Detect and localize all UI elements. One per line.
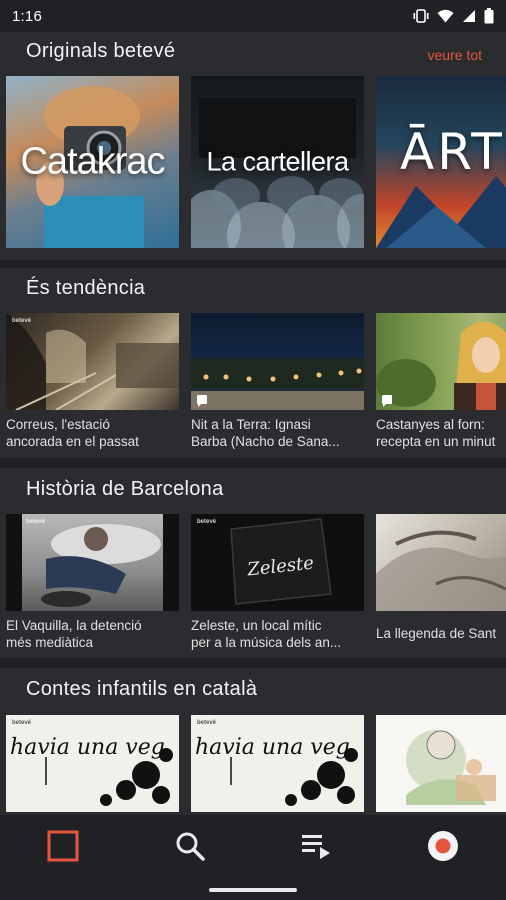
video-caption: Castanyes al forn: recepta en un minut	[376, 410, 506, 450]
wifi-icon	[437, 9, 454, 23]
video-badge-icon	[382, 395, 392, 407]
video-caption: El Vaquilla, la detenció més mediàtica	[6, 611, 179, 651]
brand-watermark: betevé	[197, 720, 217, 726]
nav-playlist-button[interactable]	[298, 830, 334, 866]
caption-line: més mediàtica	[6, 635, 94, 650]
video-card[interactable]	[376, 715, 506, 812]
caption-line: per a la música dels an...	[191, 635, 342, 650]
trending-row[interactable]: betevé Correus, l'estació ancorada en el…	[6, 313, 506, 450]
original-title: Catakrac	[20, 140, 165, 183]
original-card-artic[interactable]: ĀRTIC	[376, 76, 506, 248]
video-caption: Zeleste, un local mític per a la música …	[191, 611, 364, 651]
caption-line: Castanyes al forn:	[376, 417, 485, 432]
section-originals: Originals betevé veure tot Catakrac La c…	[0, 32, 506, 260]
video-card[interactable]: Nit a la Terra: Ignasi Barba (Nacho de S…	[191, 313, 364, 450]
brand-watermark: betevé	[12, 318, 32, 324]
original-card-cartellera[interactable]: La cartellera	[191, 76, 364, 248]
video-thumbnail: Zeleste betevé	[191, 514, 364, 611]
see-all-link[interactable]: veure tot	[428, 47, 482, 63]
video-thumbnail	[191, 313, 364, 410]
video-thumbnail	[376, 514, 506, 611]
brand-watermark: betevé	[26, 519, 46, 525]
nav-home-button[interactable]	[45, 830, 81, 866]
vibrate-icon	[413, 9, 429, 23]
video-thumbnail	[376, 313, 506, 410]
video-card[interactable]: Zeleste betevé Zeleste, un local mític p…	[191, 514, 364, 651]
main-feed[interactable]: Originals betevé veure tot Catakrac La c…	[0, 32, 506, 815]
section-title: Història de Barcelona	[26, 478, 224, 500]
video-thumbnail: betevé	[6, 313, 179, 410]
video-card[interactable]: betevé El Vaquilla, la detenció més medi…	[6, 514, 179, 651]
original-thumbnail: Catakrac	[6, 76, 179, 248]
section-title: Originals betevé	[26, 40, 176, 62]
original-title: ĀRTIC	[400, 122, 506, 181]
section-title: Contes infantils en català	[26, 678, 258, 700]
video-thumbnail: betevé havia una veg	[191, 715, 364, 812]
playlist-icon	[300, 830, 332, 867]
caption-line: Correus, l'estació	[6, 417, 110, 432]
video-thumbnail: betevé	[6, 514, 179, 611]
video-caption: Nit a la Terra: Ignasi Barba (Nacho de S…	[191, 410, 364, 450]
video-card[interactable]: La llegenda de Sant	[376, 514, 506, 651]
stories-row[interactable]: betevé havia una veg betevé havia una ve…	[6, 715, 506, 812]
search-icon	[174, 830, 206, 867]
status-bar: 1:16	[0, 0, 506, 32]
section-title: És tendència	[26, 277, 146, 299]
nav-search-button[interactable]	[172, 830, 208, 866]
video-caption: La llegenda de Sant	[376, 611, 506, 642]
caption-line: La llegenda de Sant	[376, 626, 497, 641]
thumbnail-text: havia una veg	[10, 735, 165, 760]
square-home-icon	[47, 830, 79, 867]
caption-line: El Vaquilla, la detenció	[6, 618, 142, 633]
thumbnail-text: havia una veg	[195, 735, 350, 760]
nav-live-button[interactable]	[425, 830, 461, 866]
caption-line: Nit a la Terra: Ignasi	[191, 417, 311, 432]
video-card[interactable]: betevé havia una veg	[191, 715, 364, 812]
history-row[interactable]: betevé El Vaquilla, la detenció més medi…	[6, 514, 506, 651]
section-children-stories: Contes infantils en català betevé havia …	[0, 668, 506, 815]
section-trending: És tendència betevé Correus, l'estació a…	[0, 268, 506, 458]
caption-line: ancorada en el passat	[6, 434, 139, 449]
gesture-home-bar[interactable]	[209, 888, 297, 892]
video-thumbnail: betevé havia una veg	[6, 715, 179, 812]
caption-line: recepta en un minut	[376, 434, 496, 449]
video-badge-icon	[197, 395, 207, 407]
video-thumbnail	[376, 715, 506, 812]
original-card-catakrac[interactable]: Catakrac	[6, 76, 179, 248]
video-card[interactable]: Castanyes al forn: recepta en un minut	[376, 313, 506, 450]
original-thumbnail: ĀRTIC	[376, 76, 506, 248]
original-title: La cartellera	[206, 146, 349, 177]
originals-row[interactable]: Catakrac La cartellera ĀRT	[6, 76, 506, 248]
status-icons	[413, 8, 494, 24]
video-card[interactable]: betevé havia una veg	[6, 715, 179, 812]
video-caption: Correus, l'estació ancorada en el passat	[6, 410, 179, 450]
caption-line: Barba (Nacho de Sana...	[191, 434, 340, 449]
original-thumbnail: La cartellera	[191, 76, 364, 248]
live-record-icon	[426, 829, 460, 868]
caption-line: Zeleste, un local mític	[191, 618, 322, 633]
brand-watermark: betevé	[197, 519, 217, 525]
battery-icon	[484, 8, 494, 24]
brand-watermark: betevé	[12, 720, 32, 726]
status-time: 1:16	[12, 7, 42, 25]
signal-icon	[462, 9, 476, 23]
video-card[interactable]: betevé Correus, l'estació ancorada en el…	[6, 313, 179, 450]
section-history: Història de Barcelona betevé El Vaquilla…	[0, 468, 506, 658]
